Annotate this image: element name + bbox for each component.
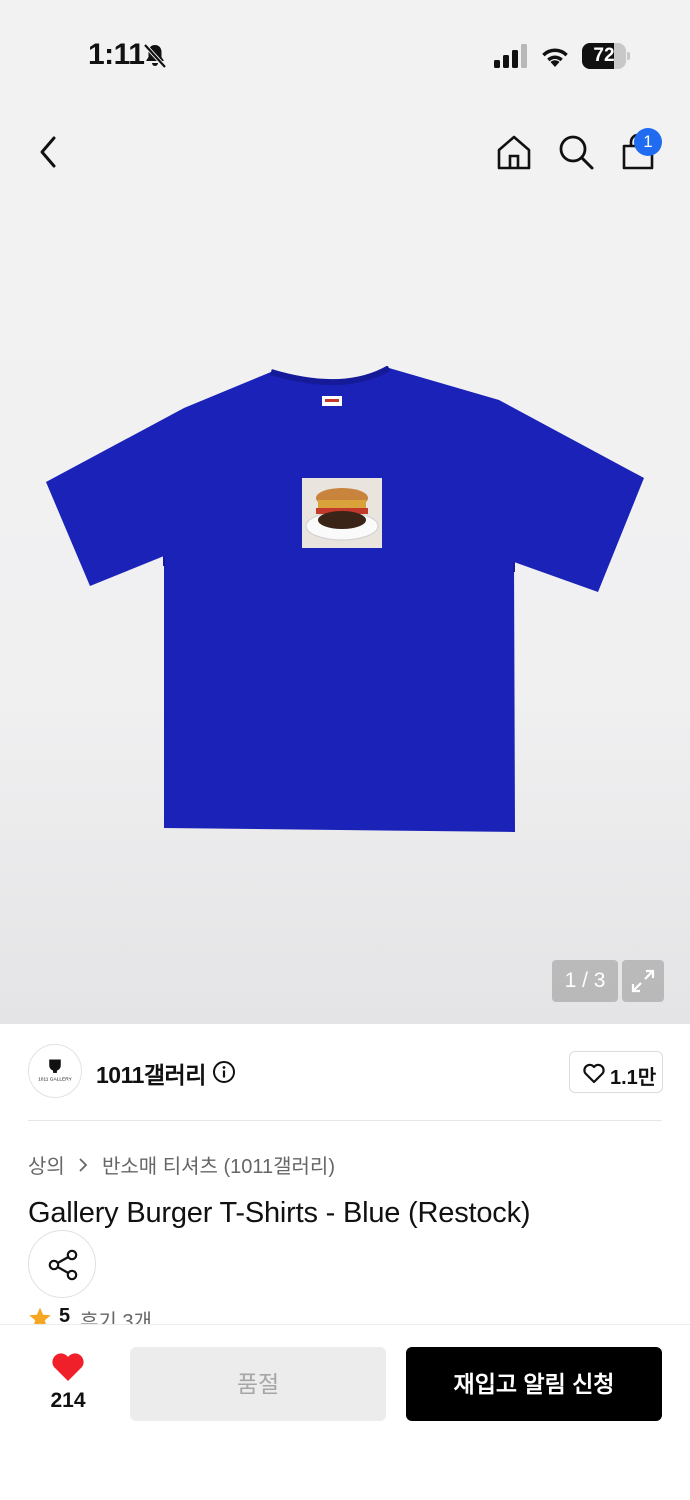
info-icon[interactable] bbox=[212, 1060, 236, 1084]
search-icon[interactable] bbox=[554, 130, 598, 174]
heart-outline-icon bbox=[583, 1063, 605, 1084]
wifi-icon bbox=[542, 48, 568, 67]
divider bbox=[28, 1120, 662, 1121]
product-image-gallery[interactable]: 1 / 3 bbox=[0, 194, 690, 1024]
brand-logo[interactable]: 1011 GALLERY bbox=[28, 1044, 82, 1098]
cellular-signal-icon bbox=[494, 44, 527, 68]
breadcrumb: 상의 반소매 티셔츠 (1011갤러리) bbox=[28, 1150, 335, 1179]
soldout-button: 품절 bbox=[130, 1347, 386, 1421]
share-button[interactable] bbox=[28, 1230, 96, 1298]
image-counter: 1 / 3 bbox=[552, 960, 618, 1002]
bottom-action-bar: 214 품절 재입고 알림 신청 bbox=[0, 1324, 690, 1500]
product-photo-tshirt bbox=[46, 366, 644, 832]
top-navigation bbox=[0, 110, 690, 194]
restock-alert-button[interactable]: 재입고 알림 신청 bbox=[406, 1347, 662, 1421]
battery-icon: 72 bbox=[582, 43, 630, 69]
expand-icon[interactable] bbox=[622, 960, 664, 1002]
brand-name[interactable]: 1011갤러리 bbox=[96, 1056, 206, 1090]
battery-percent: 72 bbox=[593, 45, 615, 66]
share-icon bbox=[48, 1249, 78, 1281]
wishlist-count: 214 bbox=[50, 1389, 86, 1412]
brand-logo-text: 1011 GALLERY bbox=[38, 1077, 72, 1083]
cart-count-badge: 1 bbox=[634, 128, 662, 156]
heart-filled-icon bbox=[52, 1353, 84, 1381]
chevron-right-icon bbox=[79, 1157, 88, 1172]
bell-off-icon bbox=[143, 43, 167, 69]
product-title: Gallery Burger T-Shirts - Blue (Restock) bbox=[28, 1197, 531, 1229]
breadcrumb-category[interactable]: 상의 bbox=[28, 1156, 65, 1178]
home-icon[interactable] bbox=[492, 130, 536, 174]
status-time: 1:11 bbox=[88, 38, 145, 71]
brand-row[interactable]: 1011 GALLERY 1011갤러리 1.1만 bbox=[0, 1024, 690, 1120]
breadcrumb-subcategory[interactable]: 반소매 티셔츠 (1011갤러리) bbox=[102, 1156, 335, 1178]
brand-like-button[interactable]: 1.1만 bbox=[569, 1051, 663, 1093]
brand-like-count: 1.1만 bbox=[610, 1067, 657, 1089]
back-chevron-icon[interactable] bbox=[28, 130, 72, 174]
status-bar: 1:11 72 bbox=[0, 0, 690, 110]
wishlist-button[interactable]: 214 bbox=[38, 1349, 98, 1421]
